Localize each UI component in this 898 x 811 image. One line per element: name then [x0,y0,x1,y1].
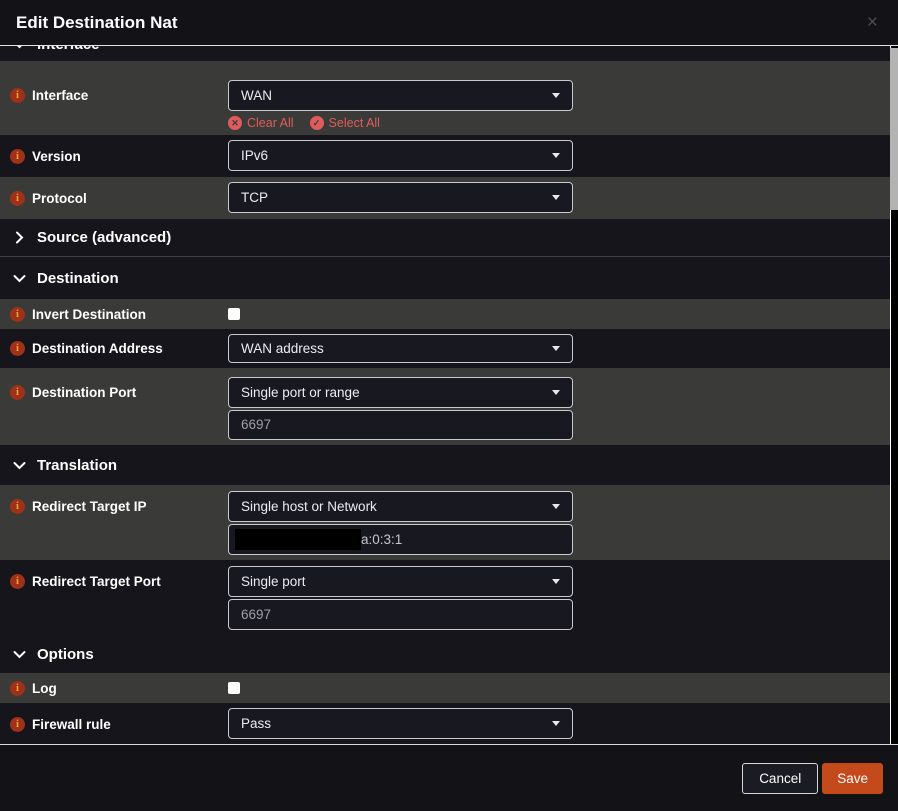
field-label-redirect-target-ip: Redirect Target IP [32,499,147,514]
interface-select[interactable]: WAN [228,80,573,111]
info-icon[interactable]: i [10,191,25,206]
field-row-version: i Version IPv6 [0,135,890,177]
section-header-interface[interactable]: Interface [0,46,890,61]
chevron-down-icon [13,46,26,49]
log-checkbox[interactable] [228,682,240,694]
save-button[interactable]: Save [822,763,883,794]
vertical-scrollbar[interactable] [890,46,898,745]
section-header-source[interactable]: Source (advanced) [0,219,890,256]
field-label-redirect-target-port: Redirect Target Port [32,574,161,589]
field-row-interface: i Interface WAN ✕ Clear All ✓ [0,61,890,135]
destination-port-input[interactable]: 6697 [228,410,573,441]
field-label-destination-port: Destination Port [32,385,136,400]
chevron-down-icon [13,274,26,283]
firewall-rule-select-value: Pass [241,716,271,731]
field-row-destination-port: i Destination Port Single port or range … [0,368,890,445]
select-all-button[interactable]: ✓ Select All [310,116,380,130]
info-icon[interactable]: i [10,574,25,589]
close-icon[interactable]: × [863,13,882,32]
dropdown-caret-icon [552,93,560,98]
interface-select-value: WAN [241,88,272,103]
field-row-invert-destination: i Invert Destination [0,299,890,329]
info-icon[interactable]: i [10,499,25,514]
redirect-target-port-input[interactable]: 6697 [228,599,573,630]
field-label-firewall-rule: Firewall rule [32,717,111,732]
section-header-options[interactable]: Options [0,635,890,673]
section-header-translation[interactable]: Translation [0,445,890,485]
field-row-redirect-target-ip: i Redirect Target IP Single host or Netw… [0,485,890,560]
field-row-protocol: i Protocol TCP [0,177,890,219]
redirect-target-ip-value: a:0:3:1 [361,532,402,547]
field-label-version: Version [32,149,81,164]
dialog-footer: Cancel Save [0,745,898,811]
redirect-target-port-value: 6697 [241,607,271,622]
section-label: Options [37,646,94,663]
section-label: Interface [37,46,100,53]
field-label-protocol: Protocol [32,191,87,206]
version-select-value: IPv6 [241,148,268,163]
destination-address-select[interactable]: WAN address [228,334,573,363]
info-icon[interactable]: i [10,341,25,356]
info-icon[interactable]: i [10,307,25,322]
dropdown-caret-icon [552,390,560,395]
dropdown-caret-icon [552,504,560,509]
scrollbar-thumb[interactable] [890,48,898,210]
section-label: Translation [37,457,117,474]
dialog-title: Edit Destination Nat [16,13,863,33]
select-all-icon: ✓ [310,116,324,130]
protocol-select[interactable]: TCP [228,182,573,213]
redaction-box [235,529,361,550]
field-label-destination-address: Destination Address [32,341,163,356]
section-label: Source (advanced) [37,229,171,246]
dialog-header: Edit Destination Nat × [0,0,898,46]
field-label-invert-destination: Invert Destination [32,307,146,322]
dropdown-caret-icon [552,153,560,158]
redirect-target-port-type-select[interactable]: Single port [228,566,573,597]
version-select[interactable]: IPv6 [228,140,573,171]
destination-address-select-value: WAN address [241,341,324,356]
redirect-target-ip-type-value: Single host or Network [241,499,377,514]
cancel-button[interactable]: Cancel [742,763,818,794]
firewall-rule-select[interactable]: Pass [228,708,573,739]
info-icon[interactable]: i [10,385,25,400]
select-all-label: Select All [329,116,380,130]
invert-destination-checkbox[interactable] [228,308,240,320]
chevron-right-icon [13,231,26,244]
protocol-select-value: TCP [241,190,268,205]
clear-all-label: Clear All [247,116,294,130]
dropdown-caret-icon [552,346,560,351]
clear-all-button[interactable]: ✕ Clear All [228,116,294,130]
redirect-target-ip-input[interactable]: a:0:3:1 [228,524,573,555]
section-header-interface-clipped: Interface [0,46,890,61]
clear-all-icon: ✕ [228,116,242,130]
field-row-destination-address: i Destination Address WAN address [0,329,890,368]
field-row-log: i Log [0,673,890,703]
field-label-interface: Interface [32,88,88,103]
info-icon[interactable]: i [10,149,25,164]
dialog-body: Interface i Interface WAN ✕ [0,46,898,745]
destination-port-type-value: Single port or range [241,385,360,400]
dropdown-caret-icon [552,579,560,584]
redirect-target-ip-type-select[interactable]: Single host or Network [228,491,573,522]
info-icon[interactable]: i [10,681,25,696]
edit-destination-nat-dialog: Edit Destination Nat × Interface i Inter… [0,0,898,811]
field-row-firewall-rule: i Firewall rule Pass [0,703,890,745]
dropdown-caret-icon [552,195,560,200]
info-icon[interactable]: i [10,88,25,103]
redirect-target-port-type-value: Single port [241,574,306,589]
destination-port-type-select[interactable]: Single port or range [228,377,573,408]
section-label: Destination [37,270,119,287]
field-row-redirect-target-port: i Redirect Target Port Single port 6697 [0,560,890,635]
info-icon[interactable]: i [10,717,25,732]
dropdown-caret-icon [552,721,560,726]
chevron-down-icon [13,650,26,659]
chevron-down-icon [13,461,26,470]
field-label-log: Log [32,681,57,696]
section-header-destination[interactable]: Destination [0,256,890,299]
destination-port-value: 6697 [241,417,271,432]
